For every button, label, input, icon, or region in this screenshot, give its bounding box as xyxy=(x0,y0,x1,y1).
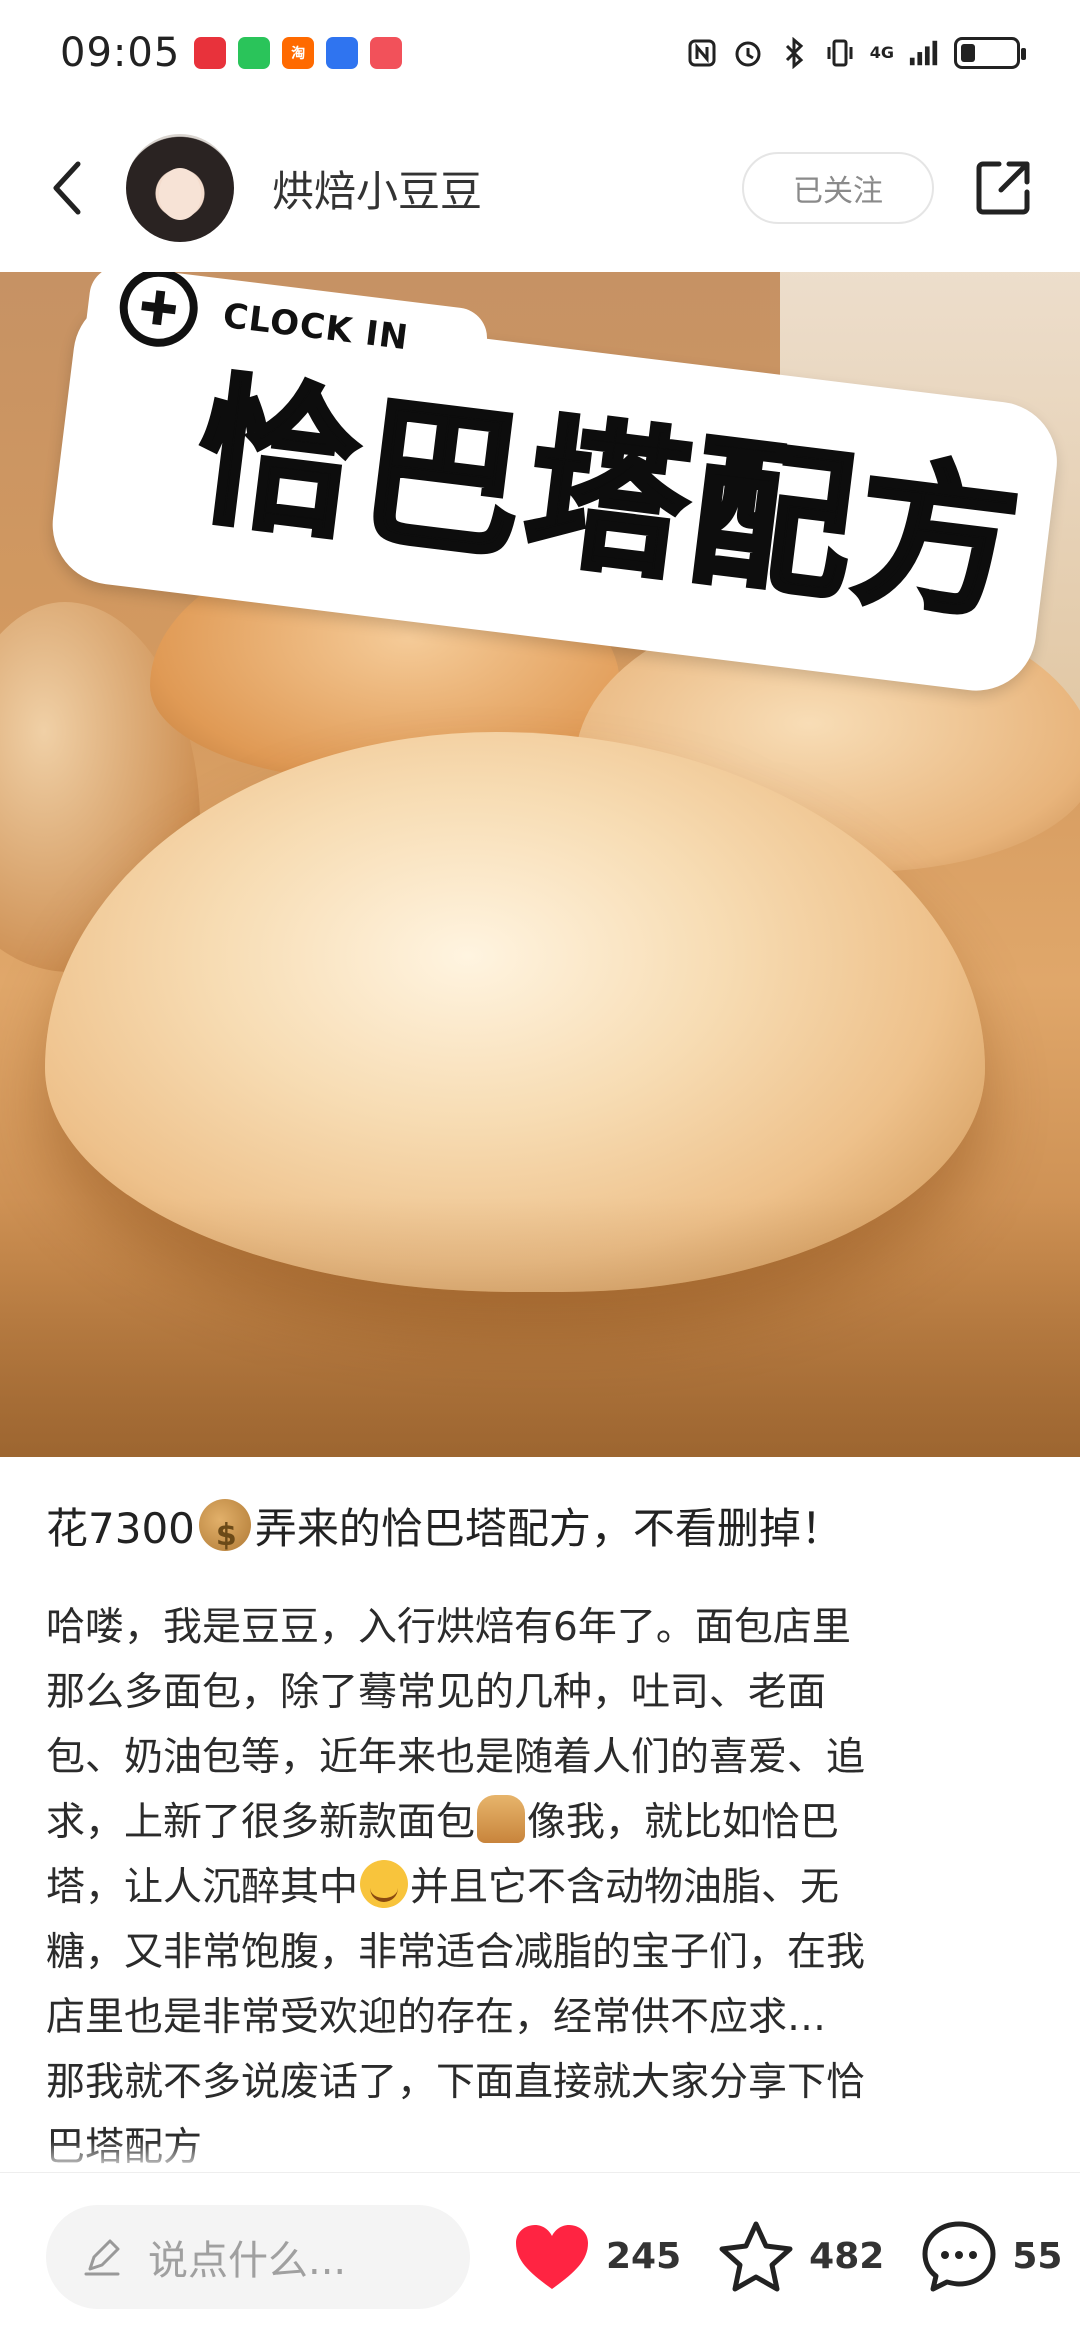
comment-input[interactable]: 说点什么... xyxy=(46,2204,470,2309)
like-count: 245 xyxy=(606,2236,682,2277)
bluetooth-icon xyxy=(778,36,810,69)
comment-count: 55 xyxy=(1012,2236,1063,2277)
like-button[interactable]: 245 xyxy=(512,2221,681,2293)
money-bag-icon xyxy=(198,1499,251,1566)
battery-icon xyxy=(954,36,1026,69)
body-line: 求，上新了很多新款面包 像我，就比如恰巴 xyxy=(46,1790,1046,1855)
network-type: 4G xyxy=(869,42,894,62)
comment-button[interactable]: 55 xyxy=(920,2219,1062,2295)
body-line: 店里也是非常受欢迎的存在，经常供不应求… xyxy=(46,1995,827,2040)
body-line: 那我就不多说废话了，下面直接就大家分享下恰 xyxy=(46,2060,866,2105)
red-app-icon xyxy=(370,36,403,69)
star-icon xyxy=(719,2221,793,2291)
bottom-action-bar: 说点什么... 245 482 55 xyxy=(0,2172,1080,2340)
collect-button[interactable]: 482 xyxy=(717,2219,884,2295)
follow-button[interactable]: 已关注 xyxy=(742,152,934,224)
body-line: 包、奶油包等，近年来也是随着人们的喜爱、追 xyxy=(46,1735,866,1780)
body-line: 那么多面包，除了蓦常见的几种，吐司、老面 xyxy=(46,1670,827,1715)
system-status-icons: 4G xyxy=(686,36,1026,69)
heart-icon xyxy=(516,2224,588,2289)
note-cover-image[interactable]: CLOCK IN 恰巴塔配方 xyxy=(0,272,1080,1457)
note-detail-page: 09:05 淘 4G 烘焙小豆豆 已关注 CLOCK IN 恰巴塔配方 花730… xyxy=(0,0,1080,2340)
blue-app-icon xyxy=(326,36,359,69)
wechat-icon xyxy=(238,36,271,69)
post-title: 花7300弄来的恰巴塔配方，不看删掉！ xyxy=(46,1499,1046,1566)
pen-icon xyxy=(82,2235,126,2279)
note-header: 烘焙小豆豆 已关注 xyxy=(0,118,1080,258)
body-line: 糖，又非常饱腹，非常适合减脂的宝子们，在我 xyxy=(46,1930,866,1975)
post-body: 哈喽，我是豆豆，入行烘焙有6年了。面包店里 那么多面包，除了蓦常见的几种，吐司、… xyxy=(46,1595,1046,2180)
chevron-left-icon xyxy=(53,161,81,215)
status-time: 09:05 xyxy=(60,29,181,76)
back-button[interactable] xyxy=(36,158,96,218)
author-name[interactable]: 烘焙小豆豆 xyxy=(272,158,482,219)
comment-bubble-icon xyxy=(922,2221,996,2291)
author-avatar[interactable] xyxy=(126,134,234,242)
body-line: 哈喽，我是豆豆，入行烘焙有6年了。面包店里 xyxy=(46,1605,851,1650)
share-icon xyxy=(976,161,1030,215)
body-line: 塔，让人沉醉其中 并且它不含动物油脂、无 xyxy=(46,1855,1046,1920)
bread-emoji-icon xyxy=(477,1795,526,1843)
yum-emoji-icon xyxy=(360,1860,409,1908)
vibrate-icon xyxy=(824,37,856,69)
alarm-icon xyxy=(732,37,764,69)
notification-icons: 淘 xyxy=(194,36,403,69)
share-button[interactable] xyxy=(968,153,1038,223)
comment-placeholder: 说点什么... xyxy=(148,2237,347,2284)
app-red-notification-icon xyxy=(194,36,227,69)
status-bar: 09:05 淘 4G xyxy=(0,0,1080,105)
collect-count: 482 xyxy=(809,2236,885,2277)
nfc-icon xyxy=(686,37,718,69)
taobao-icon: 淘 xyxy=(282,36,315,69)
signal-icon xyxy=(908,37,940,69)
plus-circle-icon xyxy=(115,272,203,352)
